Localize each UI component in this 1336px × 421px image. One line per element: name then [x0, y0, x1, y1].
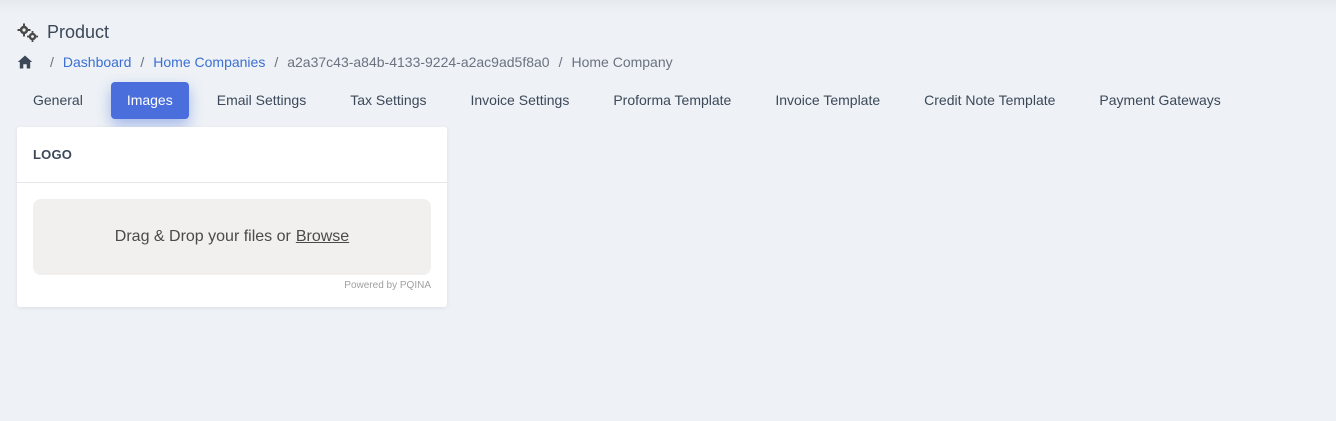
breadcrumb-home-companies[interactable]: Home Companies [153, 54, 265, 70]
breadcrumb-separator: / [50, 54, 54, 70]
tab-images[interactable]: Images [110, 82, 189, 119]
settings-tabs: General Images Email Settings Tax Settin… [17, 82, 1249, 119]
dropzone-text: Drag & Drop your files or [114, 228, 291, 245]
tab-invoice-template[interactable]: Invoice Template [759, 82, 896, 119]
tab-email-settings[interactable]: Email Settings [201, 82, 322, 119]
breadcrumb-company-id: a2a37c43-a84b-4133-9224-a2ac9ad5f8a0 [287, 54, 550, 70]
top-shade [0, 0, 1336, 14]
tab-credit-note-template[interactable]: Credit Note Template [908, 82, 1071, 119]
tab-invoice-settings[interactable]: Invoice Settings [454, 82, 585, 119]
browse-link[interactable]: Browse [296, 228, 349, 246]
logo-card-title: LOGO [17, 127, 447, 183]
page-header: Product [17, 22, 109, 43]
home-icon[interactable] [17, 54, 33, 70]
powered-by-credit[interactable]: Powered by PQINA [344, 280, 431, 291]
page-title: Product [47, 22, 110, 42]
tab-tax-settings[interactable]: Tax Settings [334, 82, 442, 119]
breadcrumb-current: Home Company [571, 54, 673, 70]
breadcrumb: / Dashboard / Home Companies / a2a37c43-… [17, 54, 673, 70]
breadcrumb-dashboard[interactable]: Dashboard [63, 54, 132, 70]
tab-general[interactable]: General [17, 82, 99, 119]
tab-proforma-template[interactable]: Proforma Template [597, 82, 747, 119]
breadcrumb-separator: / [140, 54, 145, 70]
breadcrumb-separator: / [274, 54, 279, 70]
gears-icon [17, 23, 38, 42]
logo-card: LOGO Drag & Drop your files or Browse Po… [17, 127, 447, 307]
tab-payment-gateways[interactable]: Payment Gateways [1083, 82, 1236, 119]
logo-dropzone[interactable]: Drag & Drop your files or Browse [33, 199, 431, 275]
breadcrumb-separator: / [558, 54, 563, 70]
